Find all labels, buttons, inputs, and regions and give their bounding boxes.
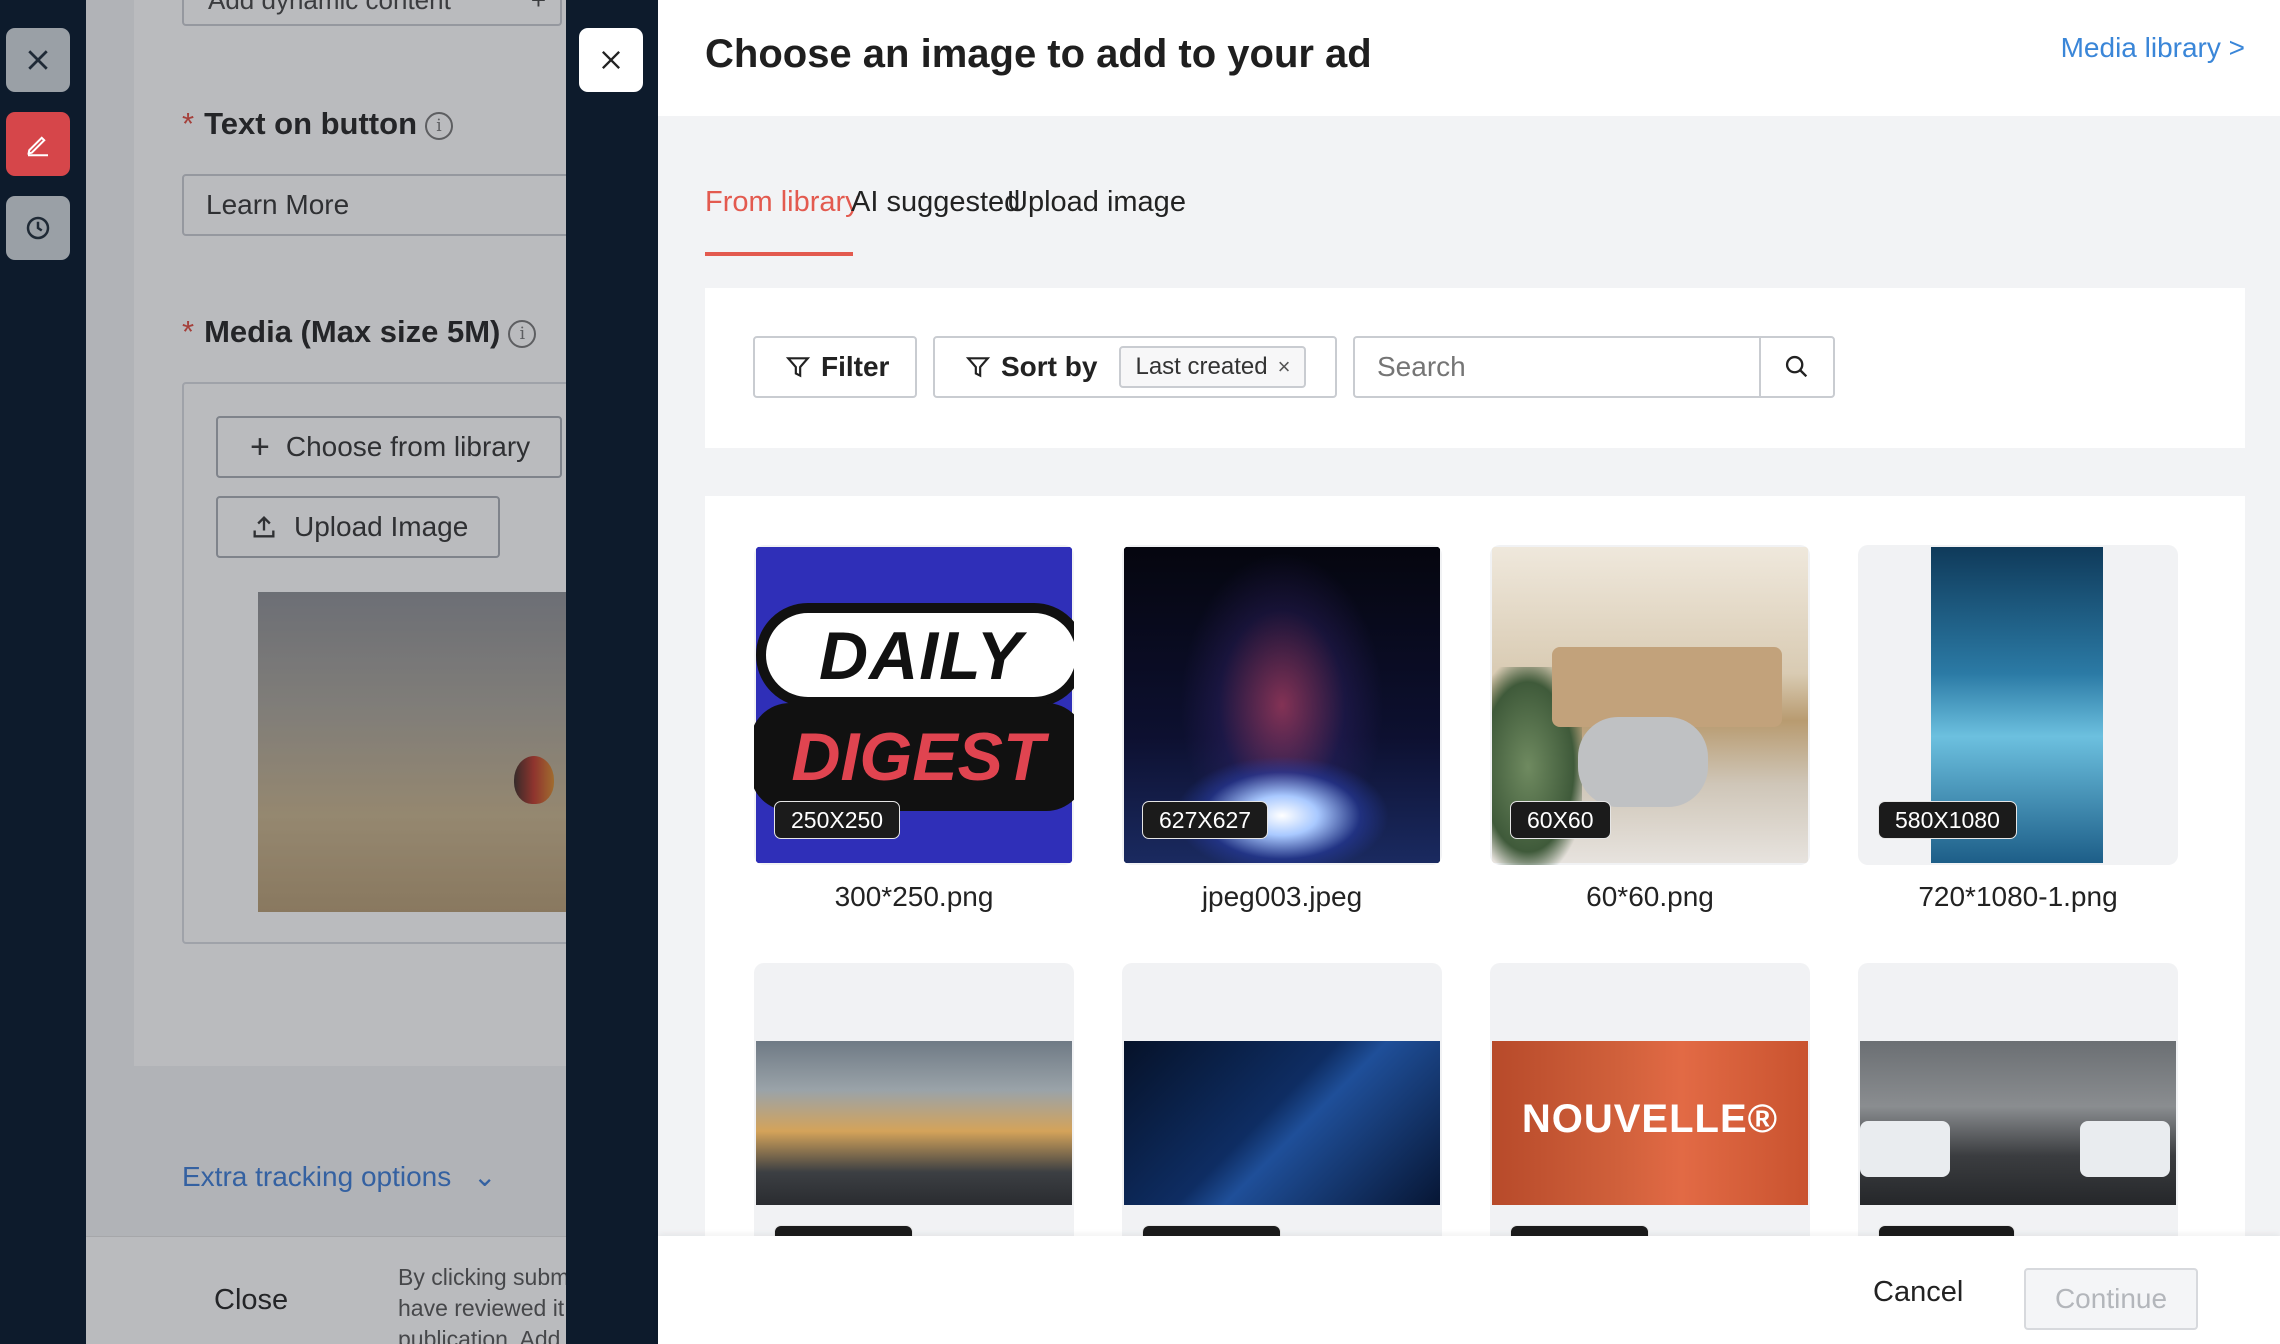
rail-edit-button[interactable] [6, 112, 70, 176]
search-button[interactable] [1759, 336, 1835, 398]
rail-history-button[interactable] [6, 196, 70, 260]
sort-by-label: Sort by [1001, 351, 1098, 382]
meteor-image [1124, 1041, 1440, 1205]
close-icon [602, 51, 620, 69]
left-rail [0, 0, 86, 1344]
file-name: 720*1080-1.png [1918, 881, 2118, 912]
nouvelle-image: NOUVELLE® [1492, 1041, 1808, 1205]
active-tab-indicator [705, 252, 853, 256]
pouf-shape [1578, 717, 1708, 807]
image-tile[interactable]: 60X60 60*60.png [1490, 545, 1810, 912]
funnel-icon [785, 357, 811, 378]
search-icon [1785, 355, 1808, 378]
rail-close-button[interactable] [6, 28, 70, 92]
media-library-link[interactable]: Media library > [2061, 32, 2245, 64]
image-tile[interactable]: NOUVELLE® 1200X627 [1490, 963, 1810, 1283]
tab-upload-image[interactable]: Upload image [1007, 186, 1186, 219]
filter-bar: Filter Sort by Last created × [705, 288, 2245, 448]
thumbnail: NOUVELLE® 1200X627 [1490, 963, 1810, 1283]
modal-close-button[interactable] [579, 28, 643, 92]
image-tile[interactable]: 1140X600 [1858, 963, 2178, 1283]
close-icon [28, 50, 48, 70]
image-tile[interactable]: DAILY DIGEST 250X250 300*250.png [754, 545, 1074, 912]
search-input[interactable] [1353, 336, 1759, 398]
thumbnail: 1200X627 [754, 963, 1074, 1283]
thumbnail: 1140X600 [1858, 963, 2178, 1283]
file-name: 60*60.png [1586, 881, 1714, 912]
thumbnail: 580X1080 [1858, 545, 2178, 865]
panel-title: Choose an image to add to your ad [705, 32, 1372, 76]
size-badge: 60X60 [1510, 801, 1611, 839]
image-tile[interactable]: 580X1080 720*1080-1.png [1858, 545, 2178, 912]
sofa-shape [1552, 647, 1782, 727]
tab-ai-suggested[interactable]: AI suggested [851, 186, 1020, 219]
image-tile[interactable]: 627X627 jpeg003.jpeg [1122, 545, 1442, 912]
sort-chip-label: Last created [1135, 353, 1268, 380]
history-icon [26, 216, 50, 240]
funnel-icon [965, 357, 991, 378]
image-tile[interactable]: 1200X627 [1122, 963, 1442, 1283]
thumbnail: 627X627 [1122, 545, 1442, 865]
size-badge: 627X627 [1142, 801, 1269, 839]
filter-button[interactable]: Filter [753, 336, 917, 398]
overlay-dim [86, 0, 566, 1344]
size-badge: 250X250 [774, 801, 901, 839]
police-car-shape [2080, 1121, 2170, 1177]
police-car-shape [1860, 1121, 1950, 1177]
nouvelle-logo: NOUVELLE® [1521, 1097, 1779, 1141]
image-tile[interactable]: 1200X627 [754, 963, 1074, 1283]
pencil-icon [27, 136, 48, 157]
police-scene-image [1860, 1041, 2176, 1205]
daily-digest-logo: DIGEST [754, 703, 1074, 811]
file-name: 300*250.png [834, 881, 994, 912]
sort-chip: Last created × [1119, 346, 1307, 388]
city-network-image [756, 1041, 1072, 1205]
sort-by-button[interactable]: Sort by Last created × [933, 336, 1337, 398]
chip-close-icon[interactable]: × [1278, 354, 1291, 380]
thumbnail: DAILY DIGEST 250X250 [754, 545, 1074, 865]
cancel-button[interactable]: Cancel [1853, 1263, 1983, 1321]
file-name: jpeg003.jpeg [1201, 881, 1363, 912]
filter-label: Filter [821, 351, 890, 382]
size-badge: 580X1080 [1878, 801, 2017, 839]
thumbnail: 1200X627 [1122, 963, 1442, 1283]
panel-header: Choose an image to add to your ad Media … [658, 0, 2280, 116]
tab-from-library[interactable]: From library [705, 186, 860, 219]
image-picker-panel: Choose an image to add to your ad Media … [658, 0, 2280, 1344]
continue-button[interactable]: Continue [2024, 1268, 2198, 1330]
modal-separator [566, 0, 658, 1344]
image-grid: DAILY DIGEST 250X250 300*250.png 627X627… [705, 496, 2245, 1344]
thumbnail: 60X60 [1490, 545, 1810, 865]
daily-digest-logo: DAILY [756, 603, 1074, 707]
